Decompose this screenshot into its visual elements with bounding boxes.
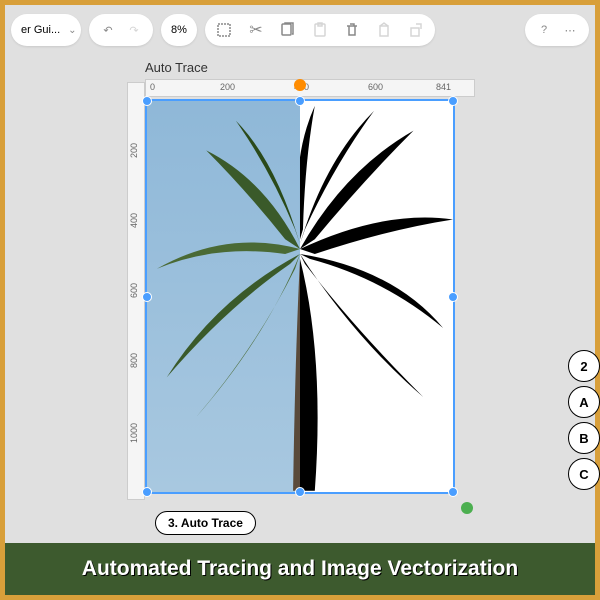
ruler-tick: 600 xyxy=(129,283,139,298)
resize-handle-tc[interactable] xyxy=(295,96,305,106)
crop-icon[interactable] xyxy=(215,21,233,39)
ruler-vertical: 200 400 600 800 1000 xyxy=(127,82,145,500)
panel-title: Auto Trace xyxy=(145,60,475,75)
resize-handle-br[interactable] xyxy=(448,487,458,497)
duplicate-handle[interactable] xyxy=(461,502,473,514)
caption-text: Automated Tracing and Image Vectorizatio… xyxy=(82,557,518,581)
duplicate-icon[interactable] xyxy=(375,21,393,39)
ruler-tick: 400 xyxy=(129,213,139,228)
doc-title-text: er Gui... xyxy=(21,24,60,36)
more-icon[interactable]: ⋯ xyxy=(561,21,579,39)
canvas-area: Auto Trace 0 200 400 600 841 200 400 600… xyxy=(145,60,475,500)
palm-tree-graphic xyxy=(147,101,453,491)
resize-handle-ml[interactable] xyxy=(142,292,152,302)
undo-icon[interactable]: ↶ xyxy=(99,21,117,39)
ruler-horizontal: 0 200 400 600 841 xyxy=(145,79,475,97)
paste-icon[interactable] xyxy=(311,21,329,39)
caption-banner: Automated Tracing and Image Vectorizatio… xyxy=(5,543,595,595)
ruler-tick: 841 xyxy=(436,82,451,92)
trash-icon[interactable] xyxy=(343,21,361,39)
marker-circle[interactable]: B xyxy=(568,422,600,454)
resize-handle-bl[interactable] xyxy=(142,487,152,497)
resize-handle-mr[interactable] xyxy=(448,292,458,302)
resize-handle-bc[interactable] xyxy=(295,487,305,497)
ruler-tick: 1000 xyxy=(129,423,139,443)
app-frame: er Gui... ⌄ ↶ ↷ 8% ✂ xyxy=(0,0,600,600)
selected-image[interactable] xyxy=(145,99,455,494)
history-pill: ↶ ↷ xyxy=(89,14,153,46)
export-icon[interactable] xyxy=(407,21,425,39)
zoom-indicator[interactable]: 8% xyxy=(161,14,197,46)
document-title-dropdown[interactable]: er Gui... ⌄ xyxy=(11,14,81,46)
redo-icon[interactable]: ↷ xyxy=(125,21,143,39)
help-icon[interactable]: ? xyxy=(535,21,553,39)
ruler-tick: 200 xyxy=(129,143,139,158)
ruler-tick: 200 xyxy=(220,82,235,92)
ruler-tick: 600 xyxy=(368,82,383,92)
marker-circle[interactable]: C xyxy=(568,458,600,490)
cut-icon[interactable]: ✂ xyxy=(247,21,265,39)
zoom-value: 8% xyxy=(171,24,187,36)
ruler-tick: 800 xyxy=(129,353,139,368)
copy-icon[interactable] xyxy=(279,21,297,39)
side-markers: 2 A B C xyxy=(568,350,600,490)
edit-tools: ✂ xyxy=(205,14,435,46)
resize-handle-tl[interactable] xyxy=(142,96,152,106)
chevron-down-icon: ⌄ xyxy=(68,25,76,36)
marker-circle[interactable]: 2 xyxy=(568,350,600,382)
help-menu: ? ⋯ xyxy=(525,14,589,46)
step-callout: 3. Auto Trace xyxy=(155,511,256,535)
rotation-handle[interactable] xyxy=(294,79,306,91)
marker-circle[interactable]: A xyxy=(568,386,600,418)
toolbar: er Gui... ⌄ ↶ ↷ 8% ✂ xyxy=(5,11,595,49)
resize-handle-tr[interactable] xyxy=(448,96,458,106)
ruler-tick: 0 xyxy=(150,82,155,92)
